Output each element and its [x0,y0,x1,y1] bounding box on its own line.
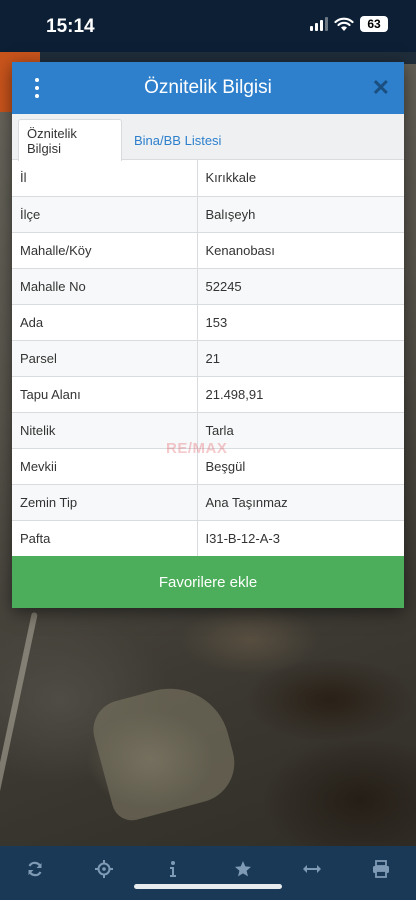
signal-icon [310,17,328,31]
row-value: Balışeyh [197,196,404,233]
row-value: 21.498,91 [197,376,404,413]
status-bar: 15:14 63 [0,0,416,52]
row-value: I31-B-12-A-3 [197,520,404,557]
map-road [0,611,38,839]
table-row: İl Kırıkkale [12,160,404,197]
row-value: Tarla [197,412,404,449]
row-key: Pafta [12,520,198,557]
dialog-title: Öznitelik Bilgisi [144,77,272,98]
measure-icon[interactable] [292,849,332,889]
row-key: Tapu Alanı [12,376,198,413]
table-row: Mahalle No 52245 [12,268,404,305]
status-time: 15:14 [46,16,95,37]
row-key: İlçe [12,196,198,233]
row-key: Zemin Tip [12,484,198,521]
row-value: Kenanobası [197,232,404,269]
row-key: Ada [12,304,198,341]
attribute-dialog: Öznitelik Bilgisi ✕ Öznitelik Bilgisi Bi… [12,62,404,608]
row-value: 153 [197,304,404,341]
tab-building-list[interactable]: Bina/BB Listesi [126,119,229,161]
star-icon[interactable] [223,849,263,889]
bottom-toolbar [0,846,416,900]
table-row: Parsel 21 [12,340,404,377]
table-row: Zemin Tip Ana Taşınmaz [12,484,404,521]
home-indicator[interactable] [134,884,282,889]
table-row: Mahalle/Köy Kenanobası [12,232,404,269]
print-icon[interactable] [361,849,401,889]
close-icon[interactable]: ✕ [372,77,390,99]
row-value: Ana Taşınmaz [197,484,404,521]
more-menu-icon[interactable] [33,78,41,98]
tab-bar: Öznitelik Bilgisi Bina/BB Listesi [12,114,404,161]
attribute-table: İl Kırıkkale İlçe Balışeyh Mahalle/Köy K… [12,160,404,557]
row-value: 21 [197,340,404,377]
table-row: Ada 153 [12,304,404,341]
map-field [86,675,244,825]
dialog-header: Öznitelik Bilgisi ✕ [12,62,404,114]
table-row: İlçe Balışeyh [12,196,404,233]
row-key: İl [12,160,198,197]
battery-indicator: 63 [360,16,388,32]
tab-attribute-info[interactable]: Öznitelik Bilgisi [18,119,122,161]
row-value: Kırıkkale [197,160,404,197]
refresh-icon[interactable] [15,849,55,889]
row-value: Beşgül [197,448,404,485]
remax-watermark: RE/MAX [166,440,228,457]
row-value: 52245 [197,268,404,305]
table-row: Tapu Alanı 21.498,91 [12,376,404,413]
add-favorite-button[interactable]: Favorilere ekle [12,556,404,608]
status-icons: 63 [310,16,388,32]
wifi-icon [334,17,354,31]
table-row: Pafta I31-B-12-A-3 [12,520,404,557]
row-key: Mahalle No [12,268,198,305]
row-key: Parsel [12,340,198,377]
row-key: Mahalle/Köy [12,232,198,269]
info-icon[interactable] [153,849,193,889]
locate-icon[interactable] [84,849,124,889]
